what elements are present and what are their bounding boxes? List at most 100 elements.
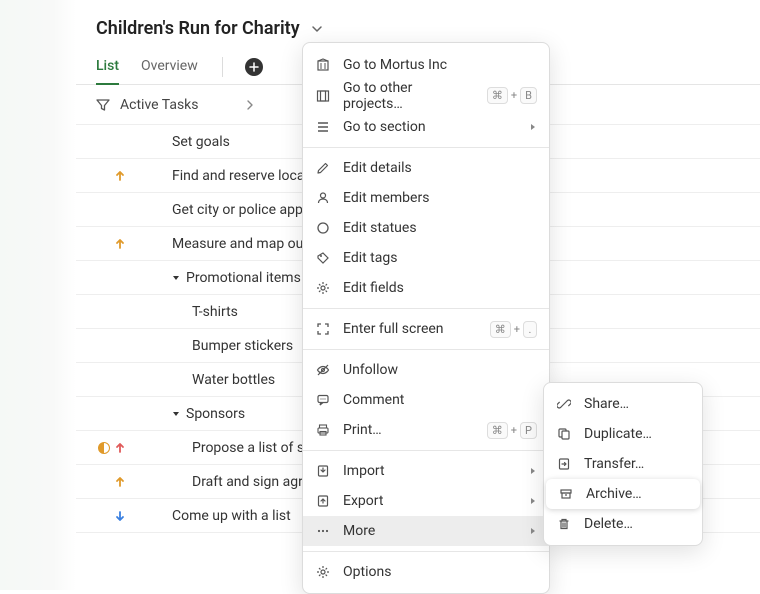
add-tab-button[interactable] [245, 58, 263, 76]
submenu-arrow-icon [529, 123, 537, 131]
menu-comment[interactable]: Comment [303, 385, 549, 415]
menu-edit-tags[interactable]: Edit tags [303, 243, 549, 273]
priority-arrow-icon [114, 476, 126, 488]
menu-separator [303, 450, 549, 451]
menu-label: Print… [343, 422, 475, 438]
link-icon [556, 396, 572, 412]
menu-label: Enter full screen [343, 321, 478, 337]
priority-arrow-icon [114, 510, 126, 522]
menu-label: Export [343, 493, 517, 509]
menu-label: Edit members [343, 190, 537, 206]
half-circle-icon [98, 442, 110, 454]
gear-icon [315, 280, 331, 296]
project-context-menu: Go to Mortus Inc Go to other projects… ⌘… [302, 42, 550, 594]
person-icon [315, 190, 331, 206]
menu-label: Import [343, 463, 517, 479]
task-priority-col [76, 442, 136, 454]
menu-label: Options [343, 564, 537, 580]
task-title: T-shirts [192, 304, 238, 320]
menu-label: Edit details [343, 160, 537, 176]
task-priority-col [76, 170, 136, 182]
gear-icon [315, 564, 331, 580]
tab-divider [222, 57, 223, 77]
priority-arrow-icon [114, 170, 126, 182]
menu-label: Comment [343, 392, 537, 408]
tab-list[interactable]: List [96, 49, 119, 85]
submenu-archive[interactable]: Archive… [546, 479, 700, 509]
menu-unfollow[interactable]: Unfollow [303, 355, 549, 385]
title-dropdown-button[interactable] [308, 20, 326, 38]
menu-import[interactable]: Import [303, 456, 549, 486]
menu-shortcut: ⌘+B [487, 87, 537, 104]
sidebar-background [0, 0, 76, 590]
submenu-label: Duplicate… [584, 426, 690, 442]
submenu-label: Share… [584, 396, 690, 412]
menu-label: Unfollow [343, 362, 537, 378]
filter-chevron-icon [245, 100, 255, 110]
submenu-duplicate[interactable]: Duplicate… [544, 419, 702, 449]
collapse-triangle-icon[interactable] [172, 410, 182, 418]
circle-icon [315, 220, 331, 236]
submenu-arrow-icon [529, 467, 537, 475]
menu-edit-details[interactable]: Edit details [303, 153, 549, 183]
tab-overview-label: Overview [141, 58, 198, 74]
menu-separator [303, 147, 549, 148]
submenu-label: Delete… [584, 516, 690, 532]
archive-icon [558, 486, 574, 502]
menu-separator [303, 349, 549, 350]
menu-go-to-parent[interactable]: Go to Mortus Inc [303, 49, 549, 80]
task-title: Set goals [172, 134, 230, 150]
filter-label: Active Tasks [120, 97, 199, 113]
menu-edit-statuses[interactable]: Edit statues [303, 213, 549, 243]
transfer-icon [556, 456, 572, 472]
more-submenu: Share… Duplicate… Transfer… Archive… Del… [543, 382, 703, 546]
filter-icon [96, 98, 110, 112]
menu-label: Edit statues [343, 220, 537, 236]
task-title: Water bottles [192, 372, 275, 388]
comment-icon [315, 392, 331, 408]
menu-label: Go to Mortus Inc [343, 57, 537, 73]
menu-go-to-other[interactable]: Go to other projects… ⌘+B [303, 80, 549, 111]
task-title: Come up with a list [172, 508, 291, 524]
printer-icon [315, 422, 331, 438]
priority-arrow-icon [114, 442, 126, 454]
menu-label: More [343, 523, 517, 539]
menu-options[interactable]: Options [303, 557, 549, 587]
task-title: Promotional items [186, 270, 301, 286]
menu-edit-fields[interactable]: Edit fields [303, 273, 549, 303]
task-title: Sponsors [186, 406, 245, 422]
menu-print[interactable]: Print… ⌘+P [303, 415, 549, 445]
section-icon [315, 119, 331, 135]
menu-shortcut: ⌘+P [487, 422, 537, 439]
tab-overview[interactable]: Overview [141, 49, 198, 85]
pencil-icon [315, 160, 331, 176]
submenu-transfer[interactable]: Transfer… [544, 449, 702, 479]
submenu-delete[interactable]: Delete… [544, 509, 702, 539]
menu-go-to-section[interactable]: Go to section [303, 111, 549, 142]
menu-shortcut: ⌘+. [490, 321, 537, 338]
task-title: Bumper stickers [192, 338, 293, 354]
trash-icon [556, 516, 572, 532]
menu-label: Go to other projects… [343, 80, 475, 112]
submenu-label: Archive… [586, 486, 688, 502]
export-icon [315, 493, 331, 509]
submenu-arrow-icon [529, 527, 537, 535]
menu-separator [303, 308, 549, 309]
menu-full-screen[interactable]: Enter full screen ⌘+. [303, 314, 549, 344]
task-priority-col [76, 510, 136, 522]
priority-arrow-icon [114, 238, 126, 250]
duplicate-icon [556, 426, 572, 442]
menu-more[interactable]: More [303, 516, 549, 546]
menu-export[interactable]: Export [303, 486, 549, 516]
submenu-arrow-icon [529, 497, 537, 505]
menu-label: Go to section [343, 119, 517, 135]
menu-edit-members[interactable]: Edit members [303, 183, 549, 213]
collapse-triangle-icon[interactable] [172, 274, 182, 282]
project-title: Children's Run for Charity [96, 18, 300, 39]
task-priority-col [76, 476, 136, 488]
menu-separator [303, 551, 549, 552]
menu-label: Edit tags [343, 250, 537, 266]
tab-list-label: List [96, 58, 119, 74]
submenu-share[interactable]: Share… [544, 389, 702, 419]
fullscreen-icon [315, 321, 331, 337]
